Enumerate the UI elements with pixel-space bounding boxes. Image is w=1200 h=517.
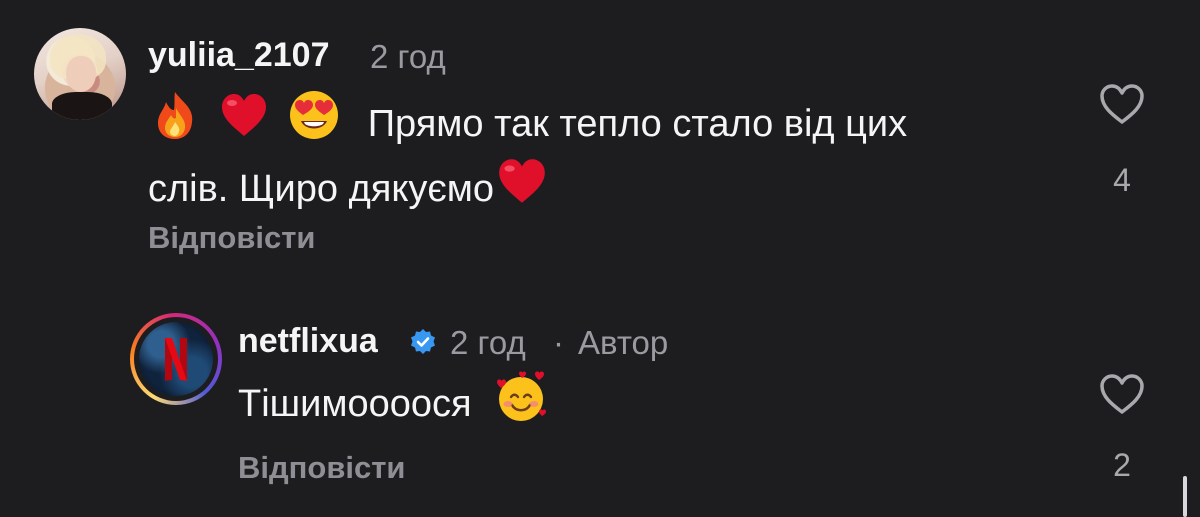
heart-outline-icon[interactable] (1098, 82, 1146, 126)
heart-outline-icon[interactable] (1098, 372, 1146, 416)
red-heart-emoji (221, 94, 266, 136)
avatar-face (66, 56, 96, 92)
red-heart-emoji (499, 159, 545, 203)
author-label: Автор (578, 324, 669, 361)
avatar-clothing (52, 92, 112, 120)
comment-netflixua: netflixua 2 год · Автор Тішимоооося Відп… (0, 290, 1200, 517)
netflix-logo-icon (165, 338, 187, 381)
meta-separator: · (553, 324, 564, 361)
comment-username[interactable]: yuliia_2107 (148, 36, 329, 75)
comment-text: Тішимоооося (238, 368, 550, 433)
smiling-face-with-hearts-emoji (497, 371, 547, 421)
comment-text-line-2: слів. Щиро дякуємо (148, 153, 1078, 218)
comment-text-line-1-label: Прямо так тепло стало від цих (367, 103, 908, 145)
comment-yuliia: yuliia_2107 2 год Прямо так тепло стало … (0, 0, 1200, 290)
scrollbar[interactable] (1183, 476, 1187, 517)
avatar[interactable] (34, 28, 126, 120)
heart-eyes-emoji (290, 91, 339, 139)
comment-time: 2 год (370, 38, 446, 75)
reply-button[interactable]: Відповісти (238, 450, 406, 486)
like-count: 4 (1113, 162, 1131, 198)
comment-text: Прямо так тепло стало від цих слів. Щиро… (148, 88, 1078, 218)
avatar (139, 322, 213, 396)
like-count: 2 (1113, 447, 1131, 483)
fire-emoji (158, 92, 193, 139)
comments-thread: yuliia_2107 2 год Прямо так тепло стало … (0, 0, 1200, 517)
story-ring-avatar[interactable] (130, 313, 222, 405)
comment-text-line-1: Прямо так тепло стало від цих (148, 88, 1078, 153)
verified-badge-icon (411, 329, 435, 354)
reply-button[interactable]: Відповісти (148, 220, 316, 256)
comment-username[interactable]: netflixua (238, 322, 378, 361)
comment-time: 2 год (450, 324, 526, 361)
comment-text-label: Тішимоооося (238, 383, 472, 425)
comment-text-line-2-label: слів. Щиро дякуємо (148, 168, 495, 210)
